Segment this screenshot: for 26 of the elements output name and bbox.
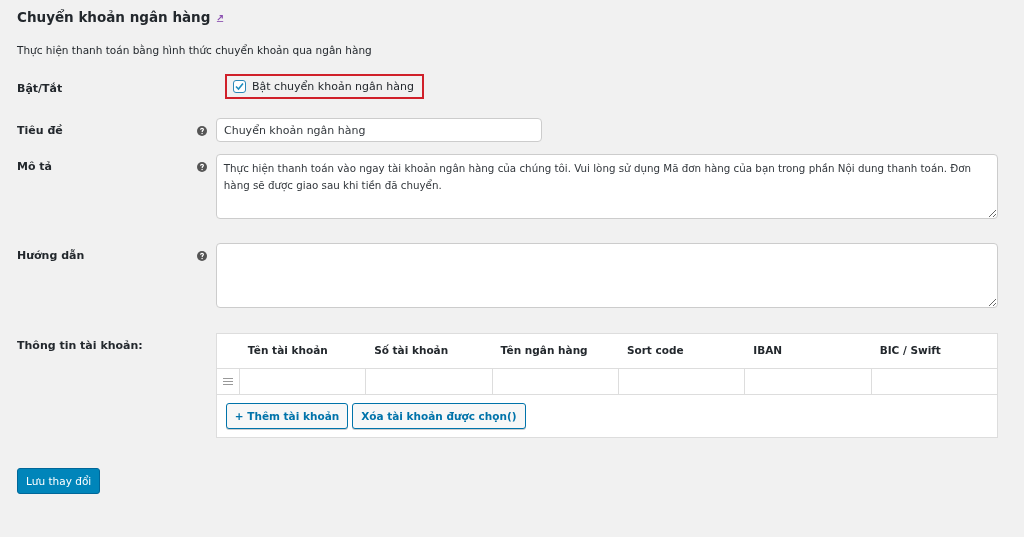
field-label: Hướng dẫn: [17, 248, 86, 262]
section-title: Chuyển khoản ngân hàng: [17, 9, 211, 25]
account-button[interactable]: Xóa tài khoản được chọn(): [352, 403, 526, 429]
field-label: Mô tả: [17, 159, 53, 173]
drag-handle-icon[interactable]: [222, 378, 233, 385]
column-header: Sort code: [625, 343, 685, 358]
field-label: Bật/Tắt: [17, 81, 64, 95]
checkbox[interactable]: [233, 80, 246, 93]
account-button[interactable]: + Thêm tài khoản: [225, 403, 349, 429]
field-label: Tiêu đề: [17, 123, 64, 137]
up-arrow-icon[interactable]: [216, 12, 226, 22]
column-header: Tên tài khoản: [246, 343, 329, 358]
section-description: Thực hiện thanh toán bằng hình thức chuyển khoản qua ngân hàng: [17, 44, 373, 56]
column-header: Tên ngân hàng: [499, 343, 589, 358]
checkbox-label[interactable]: Bật chuyển khoản ngân hàng: [252, 80, 414, 93]
column-header: Số tài khoản: [373, 343, 450, 358]
text-field[interactable]: Chuyển khoản ngân hàng: [216, 118, 542, 142]
text-area[interactable]: [215, 243, 998, 308]
column-header: BIC / Swift: [878, 343, 942, 358]
save-button[interactable]: Lưu thay đổi: [17, 468, 101, 494]
column-header: IBAN: [752, 343, 784, 358]
help-icon[interactable]: [196, 251, 207, 261]
field-label: Thông tin tài khoản:: [17, 338, 144, 352]
help-icon[interactable]: [196, 162, 207, 172]
help-icon[interactable]: [197, 126, 207, 136]
text-area[interactable]: Thực hiện thanh toán vào ngay tài khoản ngân hàng của chúng tôi. Vui lòng sử dụng Mã đơn hàng của bạn trong phần Nội dung thanh toán. Đơn hàng sẽ được giao sau khi tiền đã chuyển.: [215, 154, 998, 219]
